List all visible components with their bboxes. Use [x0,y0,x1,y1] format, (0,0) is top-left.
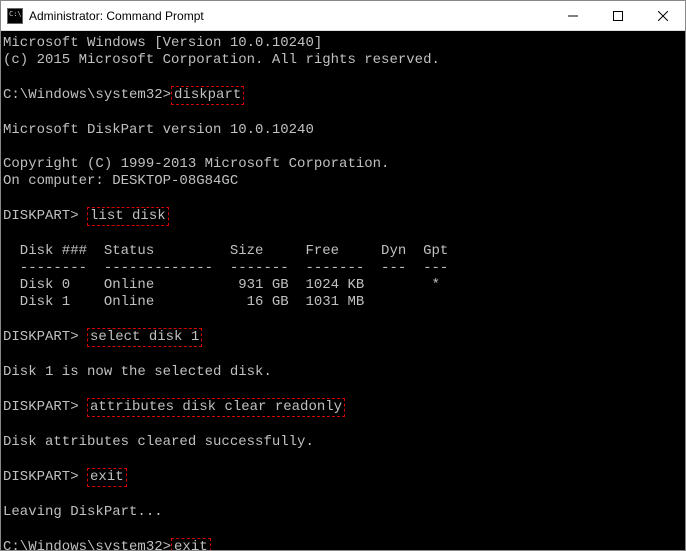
leaving-msg: Leaving DiskPart... [3,504,163,520]
diskpart-prompt: DISKPART> [3,208,87,224]
diskpart-prompt: DISKPART> [3,469,87,485]
minimize-button[interactable] [550,1,595,30]
prompt-path: C:\Windows\system32> [3,87,171,103]
terminal-output[interactable]: Microsoft Windows [Version 10.0.10240] (… [1,31,685,550]
titlebar: Administrator: Command Prompt [1,1,685,31]
maximize-button[interactable] [595,1,640,30]
diskpart-computer: On computer: DESKTOP-08G84GC [3,173,238,189]
cmd-diskpart: diskpart [171,86,244,105]
window-title: Administrator: Command Prompt [29,9,550,23]
diskpart-copyright: Copyright (C) 1999-2013 Microsoft Corpor… [3,156,389,172]
cmd-icon [7,8,23,24]
cmd-attributes-clear: attributes disk clear readonly [87,398,345,417]
version-line: Microsoft Windows [Version 10.0.10240] [3,35,322,51]
disk-table-row: Disk 1 Online 16 GB 1031 MB [3,294,364,310]
disk-table-header: Disk ### Status Size Free Dyn Gpt [3,243,448,259]
cmd-list-disk: list disk [87,207,169,226]
window-controls [550,1,685,30]
attributes-msg: Disk attributes cleared successfully. [3,434,314,450]
close-button[interactable] [640,1,685,30]
diskpart-prompt: DISKPART> [3,399,87,415]
diskpart-prompt: DISKPART> [3,329,87,345]
cmd-exit-diskpart: exit [87,468,127,487]
cmd-exit: exit [171,538,211,550]
prompt-path: C:\Windows\system32> [3,539,171,550]
select-disk-msg: Disk 1 is now the selected disk. [3,364,272,380]
command-prompt-window: Administrator: Command Prompt Microsoft … [0,0,686,551]
diskpart-version: Microsoft DiskPart version 10.0.10240 [3,122,314,138]
disk-table-row: Disk 0 Online 931 GB 1024 KB * [3,277,440,293]
copyright-line: (c) 2015 Microsoft Corporation. All righ… [3,52,440,68]
disk-table-divider: -------- ------------- ------- ------- -… [3,260,448,276]
cmd-select-disk: select disk 1 [87,328,202,347]
